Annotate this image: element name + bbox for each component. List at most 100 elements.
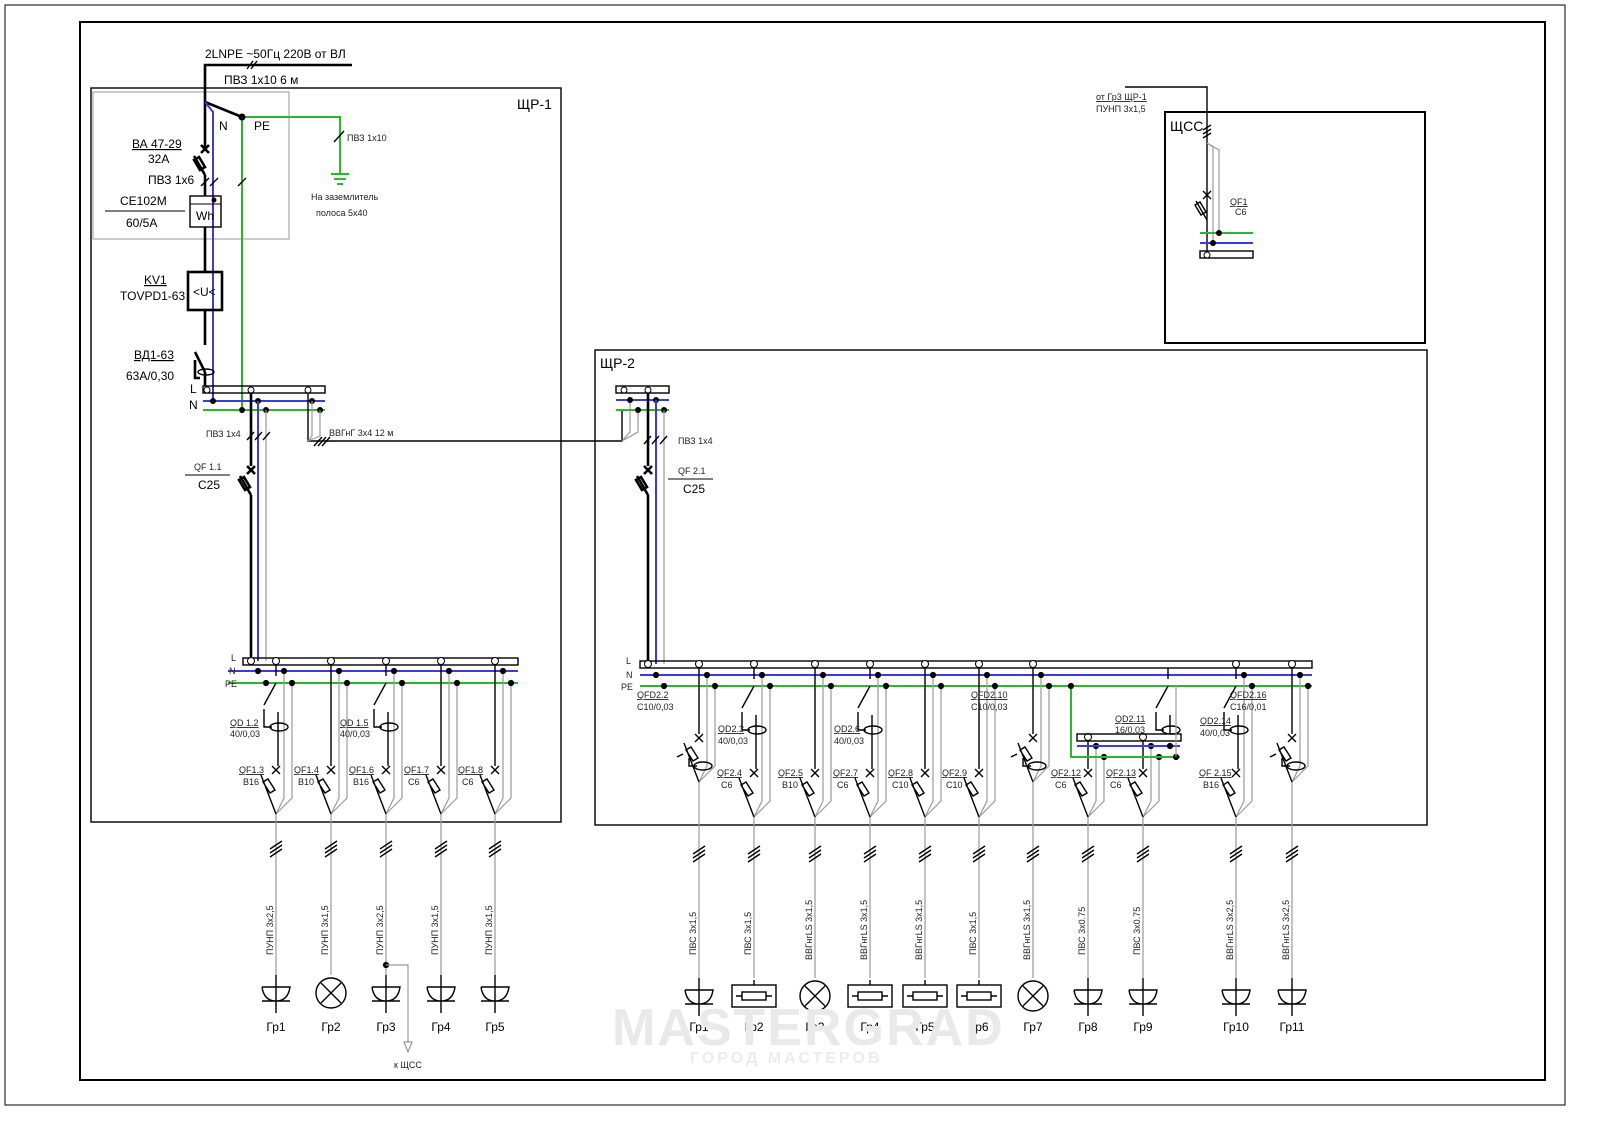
main-rcd-label: ВД1-63 <box>134 348 174 362</box>
junction-dot <box>1166 742 1174 750</box>
panel-shr2-distribution: LNPEQFD2.2C10/0,03ПВС 3х1,5Гр1QF2.4C6ПВС… <box>621 656 1313 1034</box>
junction-dot <box>652 671 660 679</box>
rcd-rating: 40/0,03 <box>1200 728 1230 738</box>
group-label: Гр1 <box>266 1020 285 1034</box>
shss-breaker-label: QF1 <box>1230 197 1248 207</box>
rcd-label: QD 1.5 <box>340 718 369 728</box>
cable-label: ВВГнгLS 3х1,5 <box>914 900 924 960</box>
junction-dot <box>398 679 406 687</box>
terminal <box>644 660 652 668</box>
feeder-Гр2: QF1.4 B10 ПУНП 3х1,5 Гр2 <box>294 657 351 1034</box>
panel-shr2-box <box>594 349 1428 826</box>
shr1-bus-n-label: N <box>229 666 236 676</box>
junction-dot <box>983 671 991 679</box>
circuit-breaker-icon <box>854 777 871 818</box>
junction-dot <box>703 671 711 679</box>
rcd-transformer-icon <box>1229 725 1249 735</box>
circuit-breaker-icon <box>260 774 277 815</box>
junction-dot <box>758 671 766 679</box>
shr2-bus-l-label: L <box>626 656 631 666</box>
phase-conductor <box>753 668 757 769</box>
feeder-Гр2: QF2.4C6ПВС 3х1,5Гр2 <box>717 660 777 1034</box>
rcd-label: QD2.3 <box>718 724 744 734</box>
junction-dot <box>254 667 262 675</box>
feeder-Гр11: QFD2.16 C16/0,01 ВВГнгLS 3х2,5 Гр11 <box>1230 660 1312 1034</box>
outer-frame <box>4 4 1566 1106</box>
breaker-contact-icon <box>694 733 704 743</box>
breaker-contact-icon <box>271 765 281 775</box>
circuit-breaker-icon <box>963 777 980 818</box>
meter-rating: 60/5А <box>126 216 157 230</box>
cable-label: ВВГнгLS 3х1,5 <box>859 900 869 960</box>
breaker-rating: B16 <box>1203 780 1219 790</box>
circuit-breaker-icon <box>425 774 442 815</box>
circuit-breaker-icon <box>479 774 496 815</box>
rcd-label: QD2.14 <box>1200 716 1231 726</box>
junction-dot <box>937 682 945 690</box>
cable-label: ПУНП 3х1,5 <box>430 905 440 955</box>
breaker-contact-icon <box>1083 768 1093 778</box>
feeder-Гр9: QF2.13 C6 ПВС 3х0.75 Гр9 <box>1106 733 1163 1034</box>
feeder-Гр3: QF1.6 B16 ПУНП 3х2,5 Гр3 <box>349 657 406 1034</box>
voltage-relay-symbol-label: <U< <box>193 285 216 299</box>
junction-dot <box>499 667 507 675</box>
cable-label: ВВГнгLS 3х1,5 <box>804 900 814 960</box>
lamp-cross <box>320 982 342 1004</box>
shr2-bus-n-label: N <box>626 670 633 680</box>
junction-dot <box>1067 682 1075 690</box>
breaker-rating: C16/0,01 <box>1230 702 1267 712</box>
rcd-transformer-icon <box>1161 725 1181 735</box>
shr1-bus-l <box>242 657 519 666</box>
rcd-rating: 40/0,03 <box>718 736 748 746</box>
rcbo-icon <box>676 742 700 783</box>
socket-icon <box>1277 978 1307 1016</box>
qf21-symbol <box>634 465 653 664</box>
arrow-down-icon <box>403 1041 413 1054</box>
junction-dot <box>711 682 719 690</box>
supply-cable-label: ПВЗ 1х10 6 м <box>224 73 298 87</box>
breaker-rating: C6 <box>837 780 849 790</box>
terminal <box>695 660 703 668</box>
cable-label: ПУНП 3х1,5 <box>484 905 494 955</box>
group-label: Гр11 <box>1280 1020 1305 1034</box>
circuit-breaker-icon <box>370 774 387 815</box>
ground-note-2: полоса 5х40 <box>316 208 368 218</box>
to-shss-label: к ЩСС <box>394 1060 422 1070</box>
breaker-rating: C6 <box>408 777 420 787</box>
pe-label: PE <box>254 119 270 133</box>
rcd-icon <box>1155 685 1169 731</box>
breaker-contact-icon <box>1138 768 1148 778</box>
socket-icon <box>1221 978 1251 1016</box>
phase-conductor <box>1167 668 1171 734</box>
breaker-label: QFD2.2 <box>637 690 669 700</box>
junction-dot <box>1240 671 1248 679</box>
junction-dot <box>288 679 296 687</box>
terminal <box>811 660 819 668</box>
breaker-label: QF2.13 <box>1106 768 1136 778</box>
cable-label: ПУНП 3х2,5 <box>375 905 385 955</box>
circuit-breaker-icon <box>799 777 816 818</box>
shss-breaker-symbol <box>1194 190 1212 221</box>
neutral-pe-conductors <box>924 675 942 818</box>
breaker-contact-icon <box>810 768 820 778</box>
meter-section-box <box>92 91 290 240</box>
breaker-contact-icon <box>1028 733 1038 743</box>
rcd-transformer-icon <box>863 725 883 735</box>
junction-dot <box>1296 671 1304 679</box>
rcd-rating: 40/0,03 <box>834 736 864 746</box>
junction-dot <box>445 667 453 675</box>
breaker-label: QF2.5 <box>778 768 803 778</box>
qf21-rating: C25 <box>683 482 705 496</box>
meter-symbol-label: Wh <box>196 209 214 223</box>
cable-label: ВВГнгLS 3х1,5 <box>1022 900 1032 960</box>
feeder-Гр6: QF2.9C10ПВС 3х1,5Гр6 <box>942 660 1002 1034</box>
shr1-bus-l-label: L <box>231 653 236 663</box>
rcd-transformer-icon <box>379 722 399 732</box>
cable-label: ВВГнгLS 3х2,5 <box>1281 900 1291 960</box>
junction-dot <box>874 671 882 679</box>
breaker-contact-icon <box>326 765 336 775</box>
terminal <box>921 660 929 668</box>
feeder-Гр4: QF2.7C6ВВГнгLS 3х1,5Гр4 <box>833 660 893 1034</box>
panel-shss-box <box>1164 111 1426 344</box>
shss-source-cable: ПУНП 3х1,5 <box>1096 104 1146 114</box>
